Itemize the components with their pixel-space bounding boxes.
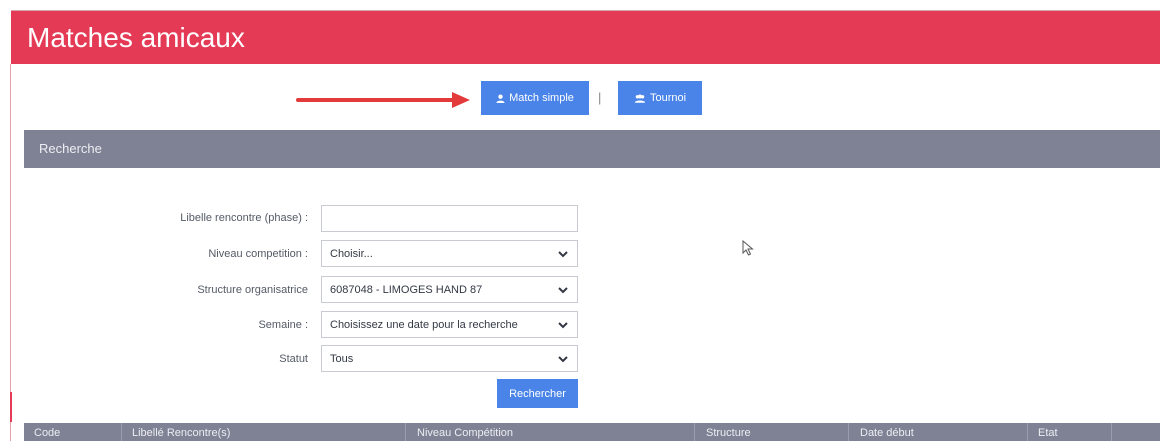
column-header-date-debut[interactable]: Date début: [860, 426, 914, 440]
mouse-cursor-icon: [742, 240, 754, 256]
statut-select[interactable]: Tous: [321, 345, 578, 372]
left-edge-line: [10, 64, 11, 441]
search-panel-title: Recherche: [39, 141, 102, 156]
libelle-label: Libelle rencontre (phase) :: [180, 212, 308, 224]
page-header: Matches amicaux: [11, 10, 1160, 64]
structure-select[interactable]: 6087048 - LIMOGES HAND 87: [321, 276, 578, 303]
rechercher-button[interactable]: Rechercher: [497, 379, 578, 408]
column-header-libelle[interactable]: Libellé Rencontre(s): [132, 426, 230, 440]
red-arrow-annotation: [296, 92, 470, 108]
niveau-label: Niveau competition :: [208, 248, 308, 260]
match-simple-button[interactable]: Match simple: [481, 81, 589, 115]
tournoi-label: Tournoi: [649, 92, 687, 104]
niveau-select[interactable]: Choisir...: [321, 240, 578, 267]
statut-label: Statut: [279, 353, 308, 365]
chevron-down-icon: [558, 322, 568, 329]
results-table-header: Code Libellé Rencontre(s) Niveau Compéti…: [24, 423, 1160, 441]
top-strip: [0, 0, 1160, 10]
niveau-select-value: Choisir...: [330, 247, 373, 260]
column-divider: [1111, 423, 1112, 441]
column-divider: [1027, 423, 1028, 441]
column-divider: [694, 423, 695, 441]
chevron-down-icon: [558, 251, 568, 258]
tournoi-button[interactable]: Tournoi: [618, 81, 702, 115]
semaine-label: Semaine :: [258, 319, 308, 331]
left-edge-accent: [10, 392, 12, 422]
column-header-niveau[interactable]: Niveau Compétition: [417, 426, 513, 440]
column-header-etat[interactable]: Etat: [1038, 426, 1058, 440]
match-simple-label: Match simple: [509, 92, 574, 104]
structure-label: Structure organisatrice: [197, 284, 308, 296]
column-divider: [405, 423, 406, 441]
semaine-select-value: Choisissez une date pour la recherche: [330, 318, 518, 331]
column-divider: [848, 423, 849, 441]
user-icon: [496, 94, 505, 103]
chevron-down-icon: [558, 287, 568, 294]
column-header-code[interactable]: Code: [34, 426, 60, 440]
column-header-structure[interactable]: Structure: [706, 426, 751, 440]
statut-select-value: Tous: [330, 352, 354, 365]
chevron-down-icon: [558, 356, 568, 363]
page-title: Matches amicaux: [27, 22, 245, 53]
column-divider: [121, 423, 122, 441]
semaine-select[interactable]: Choisissez une date pour la recherche: [321, 311, 578, 338]
search-panel-header[interactable]: Recherche: [24, 130, 1160, 168]
libelle-input[interactable]: [321, 205, 578, 232]
page: Matches amicaux Match simple | Tournoi R…: [0, 0, 1160, 441]
button-separator: |: [598, 90, 602, 105]
users-icon: [634, 93, 646, 103]
structure-select-value: 6087048 - LIMOGES HAND 87: [330, 283, 483, 296]
